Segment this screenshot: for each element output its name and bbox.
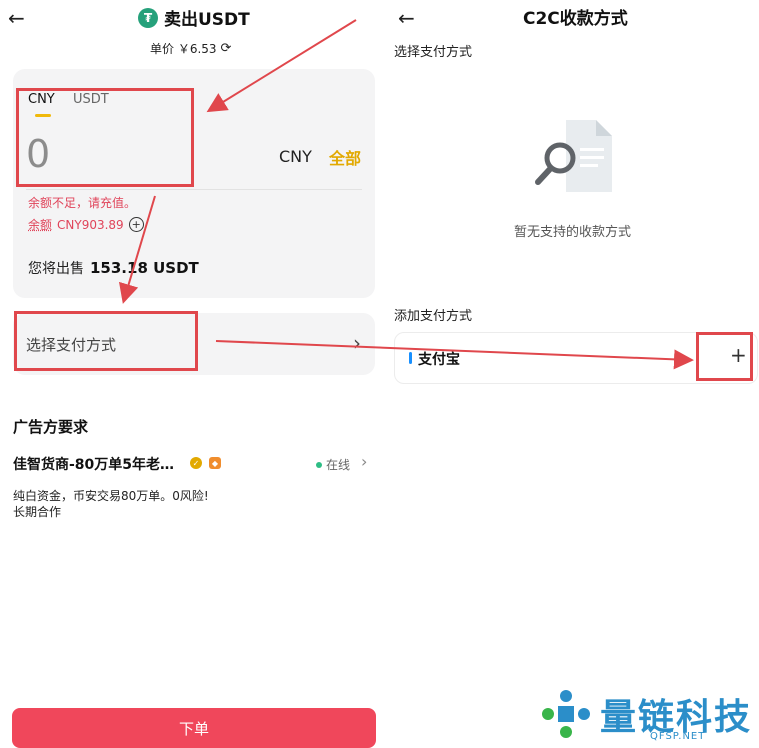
annotation-arrow-2 [118, 195, 156, 304]
annotation-arrow-1 [206, 19, 357, 113]
annotation-arrow-3 [215, 340, 694, 370]
annotation-arrows [118, 19, 694, 370]
watermark-logo-icon [542, 690, 590, 738]
watermark-domain: QFSP.NET [650, 731, 706, 742]
watermark: 量链科技 [540, 688, 752, 740]
